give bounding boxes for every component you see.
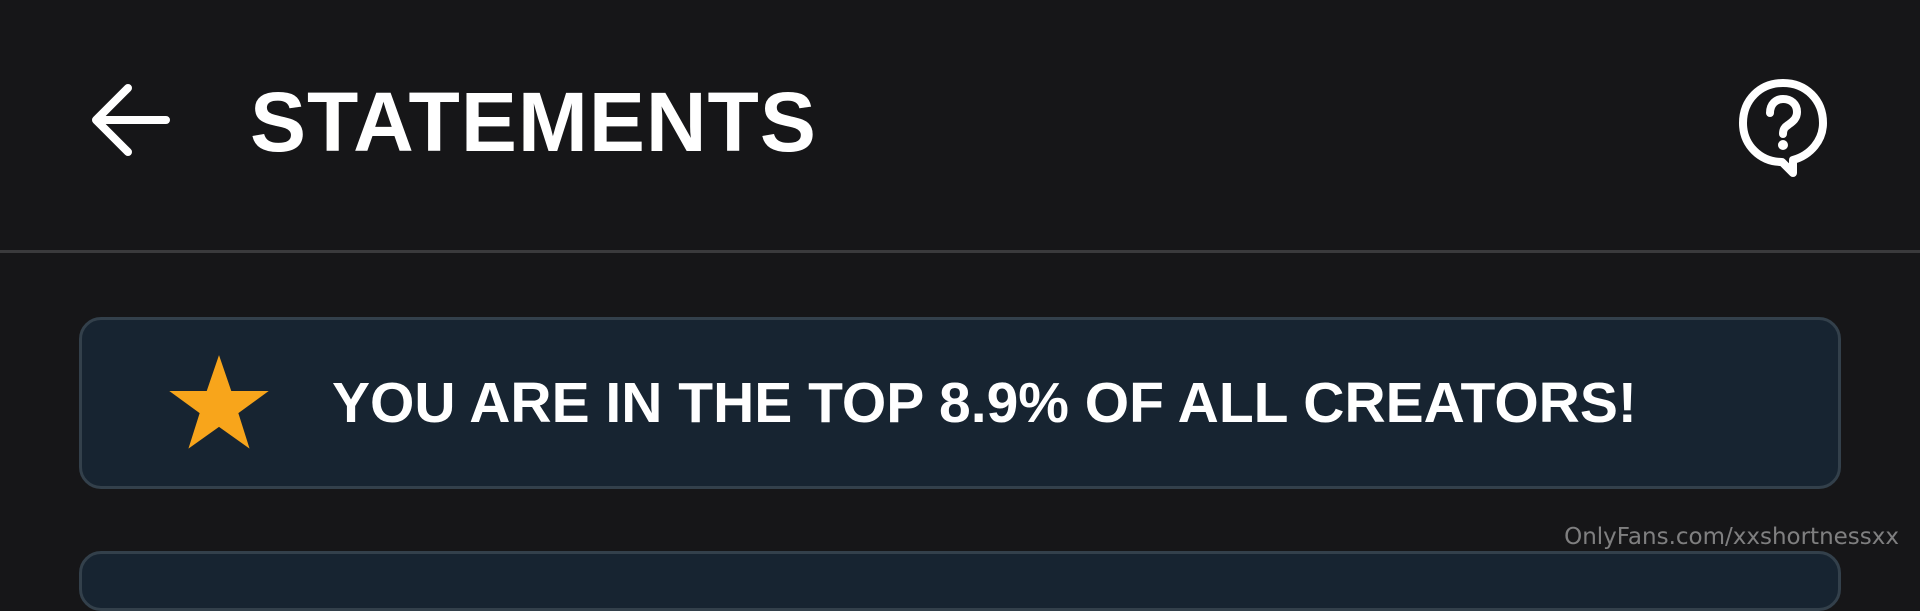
banner-text: YOU ARE IN THE TOP 8.9% OF ALL CREATORS! bbox=[332, 371, 1637, 435]
star-icon bbox=[169, 355, 269, 449]
arrow-left-icon bbox=[92, 84, 170, 156]
page-title: STATEMENTS bbox=[250, 75, 817, 169]
help-bubble-icon bbox=[1739, 79, 1827, 177]
back-button[interactable] bbox=[80, 70, 180, 170]
statement-card[interactable] bbox=[79, 551, 1841, 611]
app-header: STATEMENTS bbox=[0, 0, 1920, 253]
help-button[interactable] bbox=[1733, 72, 1833, 182]
top-creator-banner: YOU ARE IN THE TOP 8.9% OF ALL CREATORS! bbox=[79, 317, 1841, 489]
watermark: OnlyFans.com/xxshortnessxx bbox=[1564, 524, 1899, 550]
